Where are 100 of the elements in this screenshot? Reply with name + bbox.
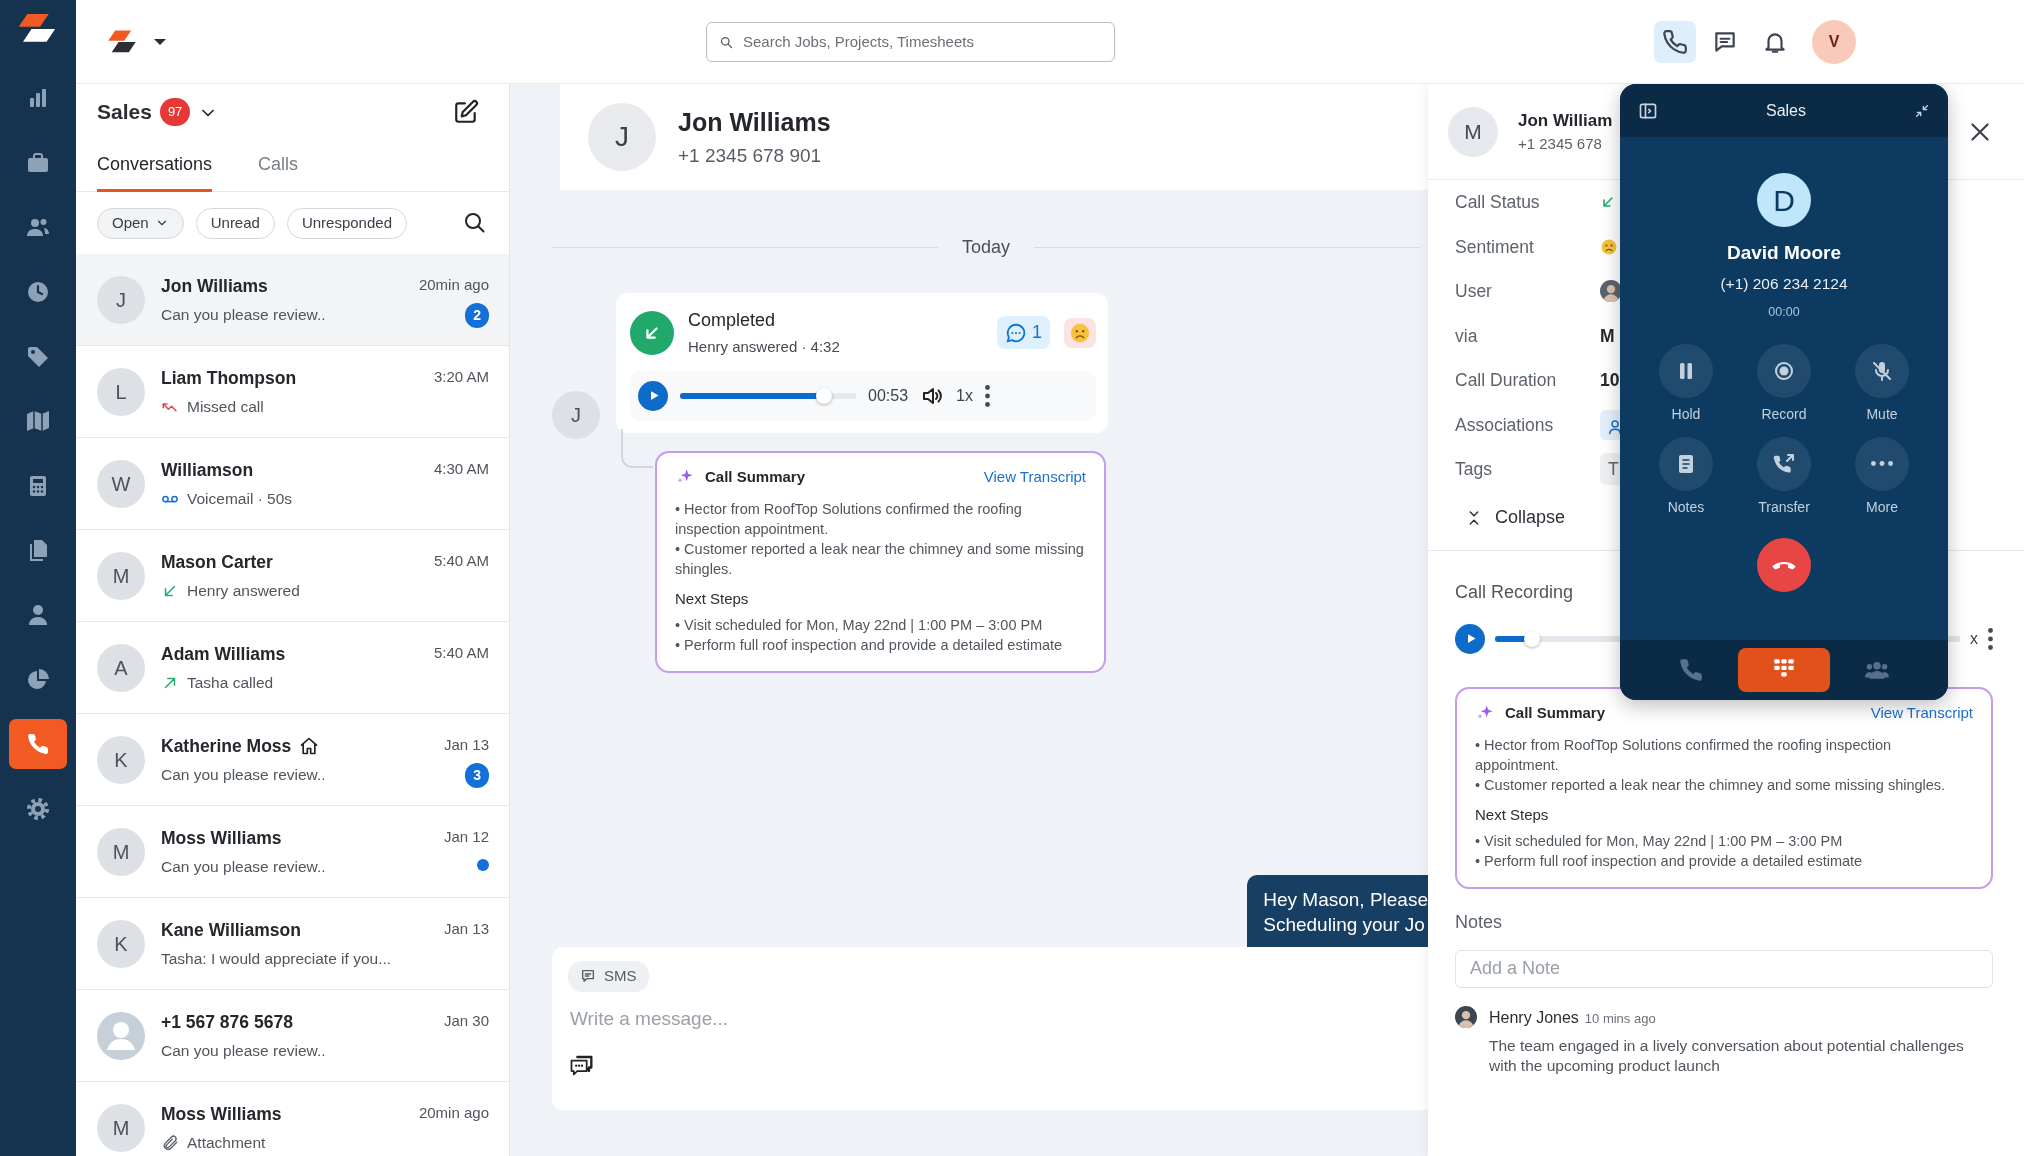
timestamp: 5:40 AM: [433, 551, 489, 571]
search-icon: [463, 211, 487, 236]
connector-line: [621, 428, 655, 469]
summary-point: • Hector from RoofTop Solutions confirmed the roofing inspection appointment.: [1475, 735, 1893, 775]
summary-point: • Hector from RoofTop Solutions confirmed the roofing inspection appointment.: [675, 499, 1023, 539]
call-action-button[interactable]: Record: [1746, 343, 1822, 425]
call-action-button[interactable]: Notes: [1648, 436, 1724, 518]
message-preview: Can you please review..: [161, 765, 326, 785]
note-time: 10 mins ago: [1584, 1009, 1656, 1028]
field-value: M: [1600, 324, 1615, 348]
compose-button[interactable]: [453, 99, 479, 125]
call-action-button[interactable]: Mute: [1844, 343, 1920, 425]
next-step-item: • Perform full roof inspection and provide a detailed estimate: [675, 635, 1064, 655]
play-button[interactable]: [1455, 623, 1485, 654]
timestamp: Jan 13: [443, 735, 489, 755]
contact-name: +1 567 876 5678: [161, 1010, 293, 1034]
view-transcript-link[interactable]: View Transcript: [1870, 702, 1973, 723]
call-action-button[interactable]: Hold: [1648, 343, 1724, 425]
conversation-item[interactable]: A Adam Williams Tasha called 5:40 AM: [76, 622, 509, 714]
tab[interactable]: Calls: [258, 140, 299, 192]
avatar: K: [97, 919, 145, 968]
unread-count-badge: 2: [465, 302, 489, 328]
contact-name: Moss Williams: [161, 826, 282, 850]
playback-time: 00:53: [868, 385, 909, 406]
play-button[interactable]: [638, 380, 668, 411]
dialer-tab[interactable]: [1738, 648, 1830, 692]
user-avatar[interactable]: V: [1812, 19, 1856, 64]
conversation-item[interactable]: L Liam Thompson Missed call 3:20 AM: [76, 346, 509, 438]
contact-name: Moss Williams: [161, 1102, 282, 1126]
phone-button[interactable]: [1654, 20, 1696, 63]
message-preview: Missed call: [187, 397, 264, 417]
search-button[interactable]: [463, 210, 487, 236]
avatar: M: [97, 827, 145, 876]
playback-speed-button[interactable]: 1x: [956, 383, 973, 408]
inbox-title: Sales: [97, 99, 152, 126]
view-transcript-link[interactable]: View Transcript: [983, 466, 1086, 487]
caller-avatar: D: [1757, 173, 1811, 227]
paperclip-icon: [161, 1133, 179, 1152]
slider-thumb[interactable]: [1524, 630, 1541, 647]
caret-icon: [154, 39, 166, 46]
collapse-button[interactable]: Collapse: [1455, 491, 1566, 544]
avatar: M: [97, 1103, 145, 1152]
message-preview: Can you please review..: [161, 1041, 326, 1061]
settings-icon: [26, 796, 50, 821]
tab[interactable]: Conversations: [97, 140, 213, 192]
summary-point: • Customer reported a leak near the chimney and some missing shingles.: [675, 539, 1085, 579]
end-call-button[interactable]: [1757, 537, 1811, 592]
playback-speed-button[interactable]: x: [1970, 626, 1978, 651]
contact-phone: +1 2345 678: [1518, 134, 1603, 154]
rail-button[interactable]: [9, 719, 67, 770]
next-step-item: • Visit scheduled for Mon, May 22nd | 1:00 PM – 3:00 PM: [1475, 831, 1844, 851]
call-detail: Henry answered · 4:32: [688, 337, 840, 357]
comments-button[interactable]: 1: [997, 316, 1050, 350]
message-text: Hey Mason, Please: [1263, 888, 1428, 912]
edit-icon: [453, 99, 479, 125]
channel-chip[interactable]: SMS: [568, 961, 649, 992]
next-steps-heading: Next Steps: [1475, 804, 1550, 825]
summary-point: • Customer reported a leak near the chimney and some missing shingles.: [1475, 775, 1947, 795]
avatar: J: [97, 275, 145, 324]
note-input[interactable]: Add a Note: [1455, 949, 1993, 988]
more-options-button[interactable]: [984, 383, 990, 408]
user-avatar-icon: [1455, 1005, 1477, 1028]
conversation-item[interactable]: M Mason Carter Henry answered 5:40 AM: [76, 530, 509, 622]
timestamp: Jan 30: [443, 1011, 489, 1031]
call-timer: 00:00: [1767, 303, 1801, 321]
clock-icon: [26, 280, 50, 305]
field-label: Sentiment: [1455, 235, 1535, 259]
conversation-item[interactable]: M Moss Williams Can you please review.. Jan 12: [76, 806, 509, 898]
slider-thumb[interactable]: [816, 387, 833, 404]
call-action-button[interactable]: More: [1844, 436, 1920, 518]
message-text: Scheduling your Jo: [1263, 913, 1426, 937]
conversation-item[interactable]: M Moss Williams Attachment 20min ago: [76, 1082, 509, 1156]
filter-chip[interactable]: Open: [97, 207, 184, 239]
conversation-item[interactable]: K Kane Williamson Tasha: I would appreciate if you... Jan 13: [76, 898, 509, 990]
field-label: User: [1455, 280, 1493, 304]
conversation-item[interactable]: W Williamson Voicemail · 50s 4:30 AM: [76, 438, 509, 530]
map-icon: [26, 409, 50, 434]
field-label: Call Status: [1455, 191, 1541, 215]
contact-name: Williamson: [161, 458, 254, 482]
call-action-button[interactable]: Transfer: [1746, 436, 1822, 518]
timestamp: Jan 13: [443, 919, 489, 939]
unread-count-badge: 3: [465, 762, 489, 788]
avatar: A: [97, 643, 145, 692]
conversation-item[interactable]: J Jon Williams Can you please review.. 20min ago 2: [76, 254, 509, 346]
comment-icon: [1005, 321, 1027, 344]
search-field[interactable]: Search Jobs, Projects, Timesheets: [706, 21, 1115, 62]
contact-name: Jon William: [1518, 109, 1613, 132]
message-preview: Tasha: I would appreciate if you...: [161, 949, 392, 969]
conversation-item[interactable]: +1 567 876 5678 Can you please review.. Jan 30: [76, 990, 509, 1082]
message-preview: Attachment: [187, 1133, 266, 1153]
more-options-button[interactable]: [1988, 626, 1993, 651]
sad-face-icon: [1600, 237, 1618, 256]
conversation-item[interactable]: K Katherine Moss Can you please review.. Jan 13 3: [76, 714, 509, 806]
contact-phone: +1 2345 678 901: [678, 143, 823, 168]
dialer-title: Sales: [1765, 100, 1807, 121]
contact-name: Jon Williams: [678, 107, 831, 138]
next-steps-heading: Next Steps: [675, 588, 750, 609]
timestamp: 4:30 AM: [433, 459, 489, 479]
caller-phone: (+1) 206 234 2124: [1719, 273, 1849, 294]
section-title: Notes: [1455, 910, 1504, 934]
